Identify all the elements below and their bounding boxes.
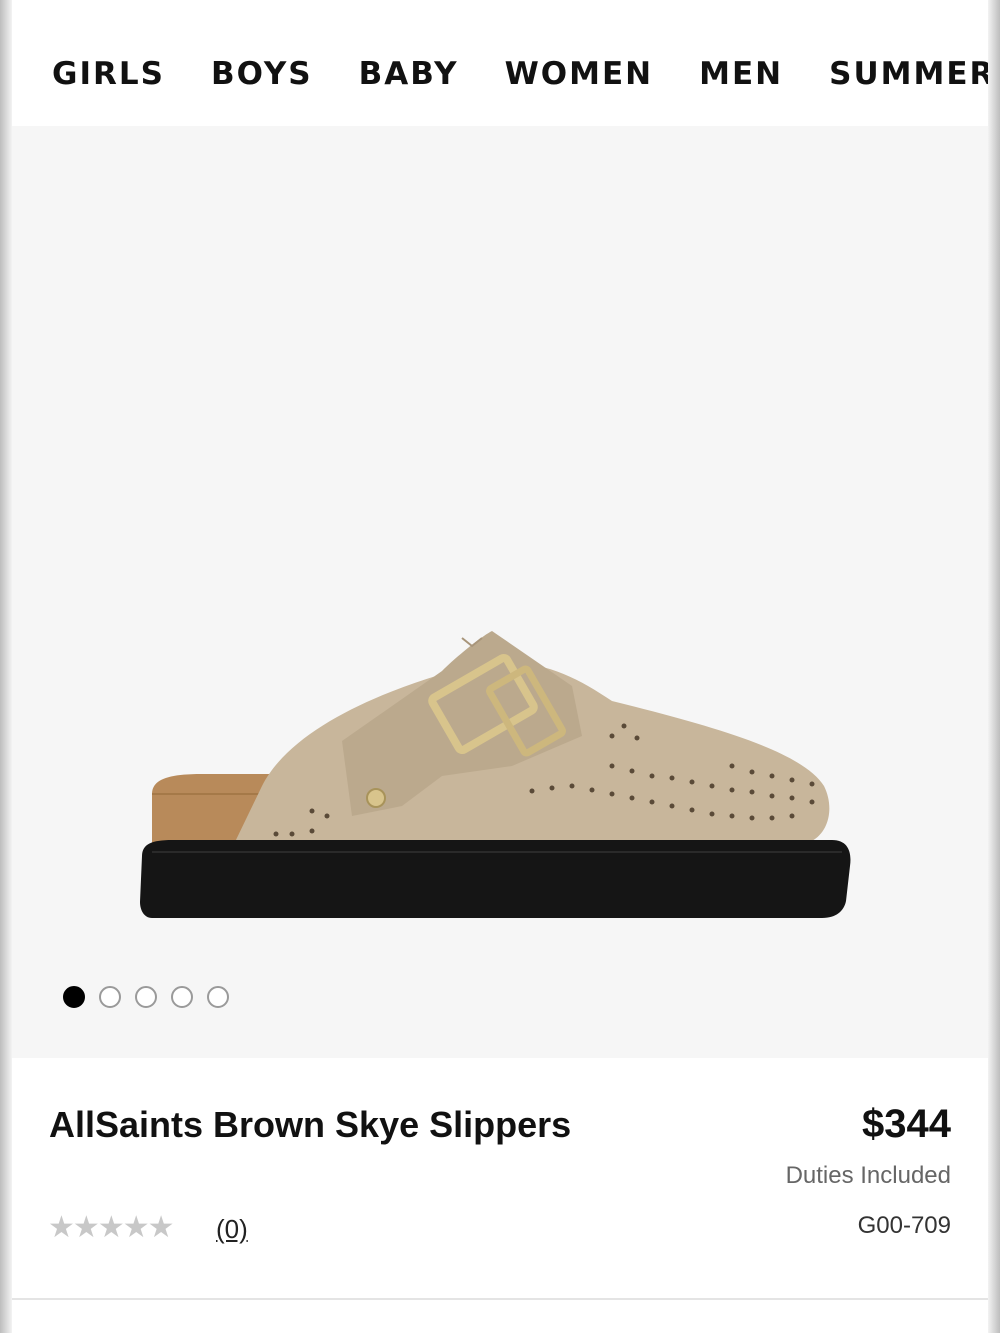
star-icon: ★ <box>97 1210 125 1245</box>
nav-item-summer[interactable]: SUMMER S <box>829 52 988 96</box>
gallery-dot-5[interactable] <box>207 986 229 1008</box>
section-divider <box>12 1298 988 1300</box>
nav-item-baby[interactable]: BABY <box>359 52 459 96</box>
nav-item-women[interactable]: WOMEN <box>505 52 654 96</box>
nav-item-boys[interactable]: BOYS <box>211 52 313 96</box>
category-nav-list: GIRLS BOYS BABY WOMEN MEN SUMMER S <box>52 52 988 96</box>
product-title: AllSaints Brown Skye Slippers <box>49 1104 572 1145</box>
category-nav: GIRLS BOYS BABY WOMEN MEN SUMMER S <box>12 0 988 126</box>
star-icon: ★ <box>147 1210 175 1245</box>
product-sku: G00-709 <box>857 1212 951 1239</box>
nav-item-girls[interactable]: GIRLS <box>52 52 165 96</box>
gallery-pagination <box>63 986 243 1008</box>
product-gallery[interactable] <box>12 126 988 1058</box>
product-image <box>140 631 851 918</box>
star-icon: ★ <box>72 1210 100 1245</box>
gallery-dot-2[interactable] <box>99 986 121 1008</box>
rivet <box>366 788 386 808</box>
gallery-dot-4[interactable] <box>171 986 193 1008</box>
rating-stars[interactable]: ★★★★★ <box>48 1210 175 1245</box>
gallery-dot-3[interactable] <box>135 986 157 1008</box>
product-price: $344 <box>862 1102 951 1146</box>
gallery-dot-1[interactable] <box>63 986 85 1008</box>
screen-edge-left <box>0 0 12 1333</box>
star-icon: ★ <box>48 1210 75 1245</box>
duties-note: Duties Included <box>785 1162 951 1189</box>
review-count-link[interactable]: (0) <box>216 1214 248 1245</box>
star-icon: ★ <box>122 1210 150 1245</box>
product-info: AllSaints Brown Skye Slippers $344 Dutie… <box>12 1058 988 1298</box>
nav-item-men[interactable]: MEN <box>699 52 783 96</box>
screen-edge-right <box>988 0 1000 1333</box>
